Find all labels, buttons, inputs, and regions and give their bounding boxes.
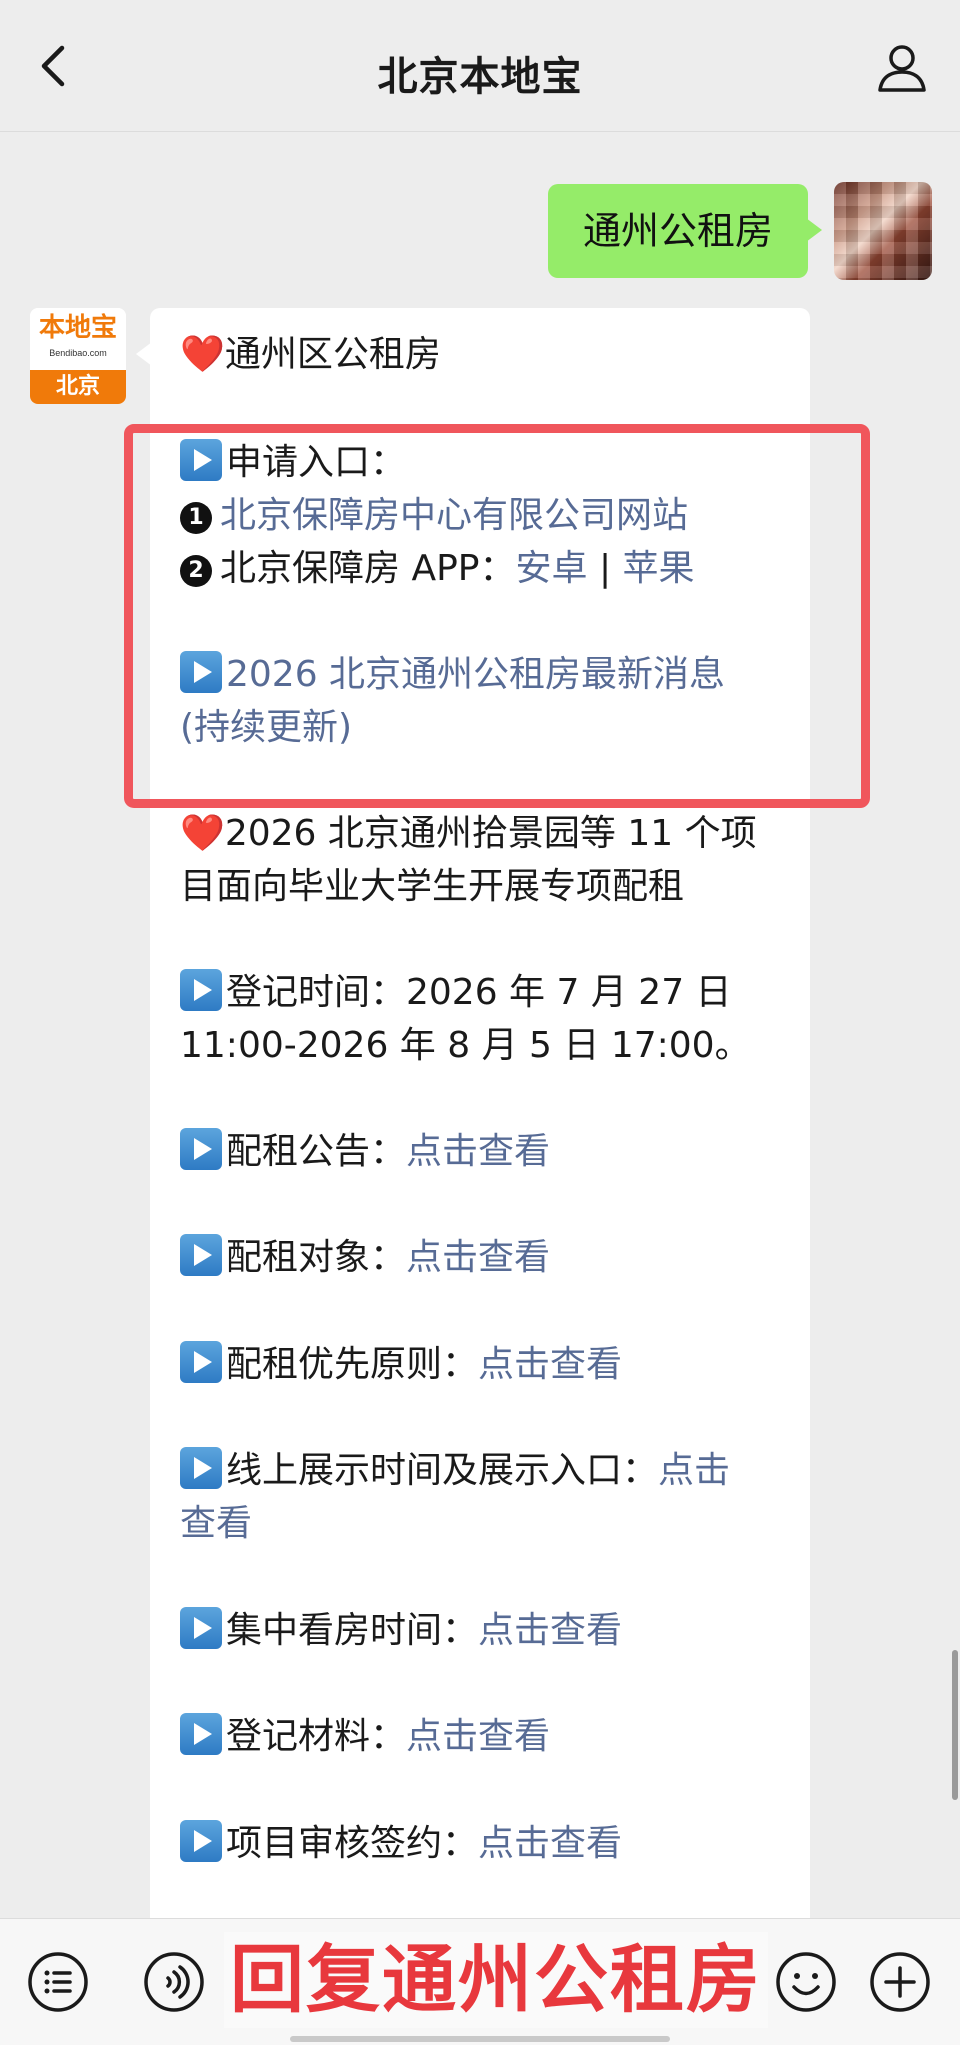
- emoji-icon[interactable]: [774, 1950, 838, 2014]
- view-link[interactable]: 点击查看: [406, 1716, 550, 1757]
- view-link[interactable]: 点击查看: [406, 1131, 550, 1172]
- profile-icon[interactable]: [874, 40, 930, 96]
- info-row-label: 配租对象：: [226, 1237, 407, 1278]
- play-button-icon: [180, 1341, 222, 1383]
- scrollbar[interactable]: [952, 1650, 958, 1800]
- info-row-label: 登记材料：: [226, 1716, 407, 1757]
- info-row-label: 配租公告：: [226, 1131, 407, 1172]
- logo-text-top: 本地宝: [30, 308, 126, 370]
- view-link[interactable]: 点击查看: [478, 1823, 622, 1864]
- info-row: 配租公告：点击查看: [180, 1125, 550, 1178]
- reply-hint-overlay: 回复通州公租房: [224, 1932, 768, 2028]
- info-row: 配租对象：点击查看: [180, 1231, 550, 1284]
- reg-time-line1: 登记时间：2026 年 7 月 27 日: [180, 966, 732, 1019]
- play-button-icon: [180, 1234, 222, 1276]
- play-button-icon: [180, 969, 222, 1011]
- view-link-cont[interactable]: 查看: [180, 1497, 252, 1550]
- info-row: 线上展示时间及展示入口：点击: [180, 1444, 730, 1497]
- top-nav-bar: 北京本地宝: [0, 0, 960, 132]
- view-link[interactable]: 点击查看: [406, 1237, 550, 1278]
- home-indicator: [290, 2036, 670, 2042]
- info-row: 登记材料：点击查看: [180, 1710, 550, 1763]
- reg-time-text: 登记时间：2026 年 7 月 27 日: [226, 972, 732, 1013]
- user-avatar[interactable]: [834, 182, 932, 280]
- account-avatar[interactable]: 本地宝 Bendibao.com 北京: [30, 308, 126, 404]
- play-button-icon: [180, 1128, 222, 1170]
- play-button-icon: [180, 1820, 222, 1862]
- info-row: 集中看房时间：点击查看: [180, 1604, 622, 1657]
- play-button-icon: [180, 1713, 222, 1755]
- project-heading-line2: 目面向毕业大学生开展专项配租: [180, 866, 685, 907]
- play-button-icon: [180, 1447, 222, 1489]
- info-row-label: 集中看房时间：: [226, 1610, 479, 1651]
- info-row-label: 项目审核签约：: [226, 1823, 479, 1864]
- view-link[interactable]: 点击查看: [478, 1610, 622, 1651]
- logo-text-sub: Bendibao.com: [49, 348, 107, 358]
- info-row-label: 配租优先原则：: [226, 1344, 479, 1385]
- reply-heading: ❤️通州区公租房: [180, 334, 441, 375]
- view-link[interactable]: 点击: [658, 1450, 730, 1491]
- info-row: 配租优先原则：点击查看: [180, 1338, 622, 1391]
- reg-time-line2: 11:00-2026 年 8 月 5 日 17:00。: [180, 1025, 751, 1066]
- page-title: 北京本地宝: [377, 54, 583, 100]
- add-more-icon[interactable]: [868, 1950, 932, 2014]
- menu-list-icon[interactable]: [26, 1950, 90, 2014]
- logo-text-bottom: 北京: [30, 370, 126, 404]
- info-row-label: 线上展示时间及展示入口：: [226, 1450, 659, 1491]
- highlight-annotation-box: [124, 424, 870, 808]
- view-link[interactable]: 点击查看: [478, 1344, 622, 1385]
- sent-message-bubble[interactable]: 通州公租房: [548, 184, 822, 278]
- project-heading-line1: ❤️2026 北京通州拾景园等 11 个项: [180, 813, 757, 854]
- voice-input-icon[interactable]: [142, 1950, 206, 2014]
- play-button-icon: [180, 1607, 222, 1649]
- info-row: 项目审核签约：点击查看: [180, 1817, 622, 1870]
